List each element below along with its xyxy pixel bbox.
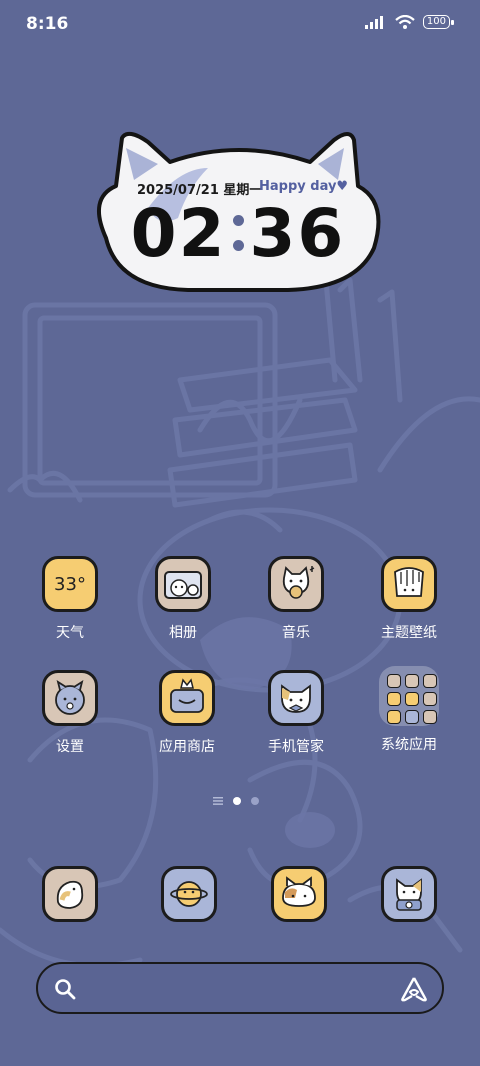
assistant-icon[interactable] [400,976,428,1002]
app-music[interactable]: 音乐 [246,556,346,642]
widget-clock: 02 36 [128,193,348,273]
app-label-weather: 天气 [56,625,84,641]
app-themes[interactable]: 主题壁纸 [359,556,459,642]
clock-minute: 36 [249,194,346,272]
wifi-icon [395,15,415,29]
search-bar[interactable] [36,962,444,1014]
app-settings[interactable]: 设置 [20,670,120,756]
list-pages-icon [213,797,223,805]
battery-indicator: 100 [422,15,455,29]
weather-icon: 33° [42,556,98,612]
gallery-cat-icon [155,556,211,612]
app-label-store: 应用商店 [159,739,215,755]
app-security[interactable]: 手机管家 [246,670,346,756]
app-label-themes: 主题壁纸 [381,625,437,641]
system-folder-icon [379,666,439,726]
clock-hour: 02 [130,194,227,272]
status-bar: 8:16 100 [0,0,480,50]
app-gallery[interactable]: 相册 [133,556,233,642]
signal-icon [364,16,383,29]
dock-messages[interactable] [249,866,349,922]
page-indicator[interactable] [213,797,259,805]
app-weather[interactable]: 33° 天气 [20,556,120,642]
page-dot-active [233,797,241,805]
settings-cat-icon [42,670,98,726]
app-label-security: 手机管家 [268,739,324,755]
app-label-gallery: 相册 [169,625,197,641]
status-icons: 100 [364,15,455,29]
messages-cat-icon [271,866,327,922]
camera-cat-icon [381,866,437,922]
weather-temp: 33° [54,573,86,595]
app-label-system-apps: 系统应用 [381,737,437,753]
search-icon [55,979,76,1000]
dock-browser[interactable] [139,866,239,922]
app-store-cat-icon [159,670,215,726]
themes-cat-icon [381,556,437,612]
app-store[interactable]: 应用商店 [137,670,237,756]
music-cat-icon [268,556,324,612]
widget-greeting: Happy day♥ [259,179,349,194]
clock-colon [232,215,244,251]
dock-camera[interactable] [359,866,459,922]
phone-cat-icon [42,866,98,922]
dock-phone[interactable] [20,866,120,922]
status-time: 8:16 [26,14,69,34]
folder-system-apps[interactable]: 系统应用 [359,666,459,754]
app-label-music: 音乐 [282,625,310,641]
app-label-settings: 设置 [56,739,84,755]
browser-planet-icon [161,866,217,922]
page-dot [251,797,259,805]
security-cat-icon [268,670,324,726]
